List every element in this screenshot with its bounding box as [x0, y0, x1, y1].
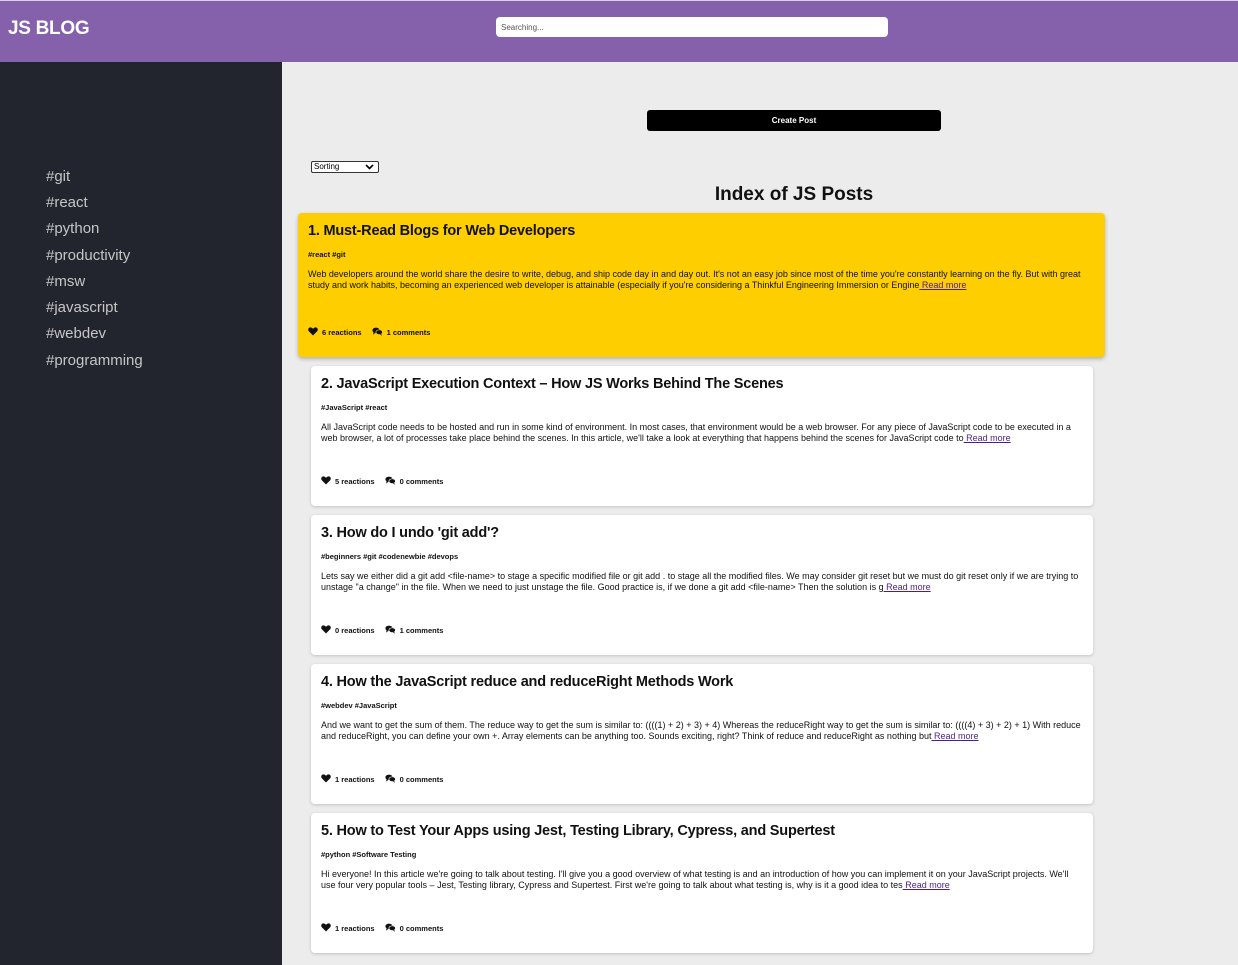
post-tags: #python #Software Testing: [321, 850, 417, 859]
sidebar-tag-python[interactable]: #python: [46, 220, 99, 238]
post-excerpt: And we want to get the sum of them. The …: [321, 720, 1083, 742]
sidebar-tag-msw[interactable]: #msw: [46, 273, 85, 291]
heart-icon[interactable]: [321, 476, 331, 487]
post-excerpt: Web developers around the world share th…: [308, 269, 1095, 291]
post-meta: 1 reactions 0 comments: [321, 774, 453, 785]
post-tags: #JavaScript #react: [321, 403, 388, 412]
heart-icon[interactable]: [308, 327, 318, 338]
post-excerpt: Hi everyone! In this article we're going…: [321, 869, 1083, 891]
comments-icon[interactable]: [385, 625, 396, 636]
post-title[interactable]: 5. How to Test Your Apps using Jest, Tes…: [321, 823, 835, 839]
post-excerpt-text: All JavaScript code needs to be hosted a…: [321, 422, 1071, 443]
sidebar-tag-javascript[interactable]: #javascript: [46, 299, 118, 317]
sidebar: #git #react #python #productivity #msw #…: [0, 62, 282, 965]
post-excerpt: All JavaScript code needs to be hosted a…: [321, 422, 1083, 444]
read-more-link[interactable]: Read more: [903, 880, 950, 890]
heart-icon[interactable]: [321, 923, 331, 934]
sidebar-tag-webdev[interactable]: #webdev: [46, 325, 106, 343]
sidebar-tag-react[interactable]: #react: [46, 194, 88, 212]
search-input[interactable]: [496, 17, 888, 37]
read-more-link[interactable]: Read more: [931, 731, 979, 741]
sorting-select[interactable]: Sorting: [311, 161, 379, 173]
site-logo[interactable]: JS BLOG: [8, 18, 90, 40]
reactions-count: 6 reactions: [322, 328, 362, 337]
post-title[interactable]: 3. How do I undo 'git add'?: [321, 525, 499, 541]
comments-count: 0 comments: [399, 477, 444, 486]
post-excerpt: Lets say we either did a git add <file-n…: [321, 571, 1083, 593]
post-excerpt-text: Hi everyone! In this article we're going…: [321, 869, 1069, 890]
read-more-link[interactable]: Read more: [919, 280, 967, 290]
post-card: 5. How to Test Your Apps using Jest, Tes…: [311, 813, 1093, 953]
post-tags: #beginners #git #codenewbie #devops: [321, 552, 459, 561]
post-meta: 5 reactions 0 comments: [321, 476, 453, 487]
reactions-count: 1 reactions: [335, 775, 375, 784]
post-card: 2. JavaScript Execution Context – How JS…: [311, 366, 1093, 506]
read-more-link[interactable]: Read more: [964, 433, 1011, 443]
post-title[interactable]: 4. How the JavaScript reduce and reduceR…: [321, 674, 733, 690]
reactions-count: 5 reactions: [335, 477, 375, 486]
sorting-select-value: Sorting: [314, 162, 340, 171]
post-tags: #react #git: [308, 250, 346, 259]
heart-icon[interactable]: [321, 625, 331, 636]
post-title[interactable]: 1. Must-Read Blogs for Web Developers: [308, 223, 575, 239]
sidebar-tag-programming[interactable]: #programming: [46, 352, 143, 370]
chevron-down-icon: [365, 163, 374, 173]
comments-icon[interactable]: [385, 774, 396, 785]
comments-icon[interactable]: [385, 476, 396, 487]
post-card: 3. How do I undo 'git add'? #beginners #…: [311, 515, 1093, 655]
post-excerpt-text: Lets say we either did a git add <file-n…: [321, 571, 1079, 592]
comments-count: 1 comments: [386, 328, 431, 337]
comments-count: 1 comments: [399, 626, 444, 635]
comments-icon[interactable]: [372, 327, 383, 338]
post-meta: 6 reactions 1 comments: [308, 327, 440, 338]
reactions-count: 0 reactions: [335, 626, 375, 635]
post-card: 4. How the JavaScript reduce and reduceR…: [311, 664, 1093, 804]
comments-count: 0 comments: [399, 775, 444, 784]
comments-icon[interactable]: [385, 923, 396, 934]
post-tags: #webdev #JavaScript: [321, 701, 397, 710]
post-card: 1. Must-Read Blogs for Web Developers #r…: [298, 213, 1105, 357]
post-meta: 1 reactions 0 comments: [321, 923, 453, 934]
sidebar-tag-git[interactable]: #git: [46, 168, 70, 186]
comments-count: 0 comments: [399, 924, 444, 933]
heart-icon[interactable]: [321, 774, 331, 785]
read-more-link[interactable]: Read more: [884, 582, 931, 592]
post-title[interactable]: 2. JavaScript Execution Context – How JS…: [321, 376, 784, 392]
reactions-count: 1 reactions: [335, 924, 375, 933]
sidebar-tag-productivity[interactable]: #productivity: [46, 247, 130, 265]
main-content: Create Post Sorting Index of JS Posts 1.…: [282, 62, 1238, 965]
create-post-button[interactable]: Create Post: [647, 110, 941, 131]
page-title: Index of JS Posts: [714, 184, 874, 205]
top-header: JS BLOG: [0, 0, 1238, 62]
post-meta: 0 reactions 1 comments: [321, 625, 453, 636]
